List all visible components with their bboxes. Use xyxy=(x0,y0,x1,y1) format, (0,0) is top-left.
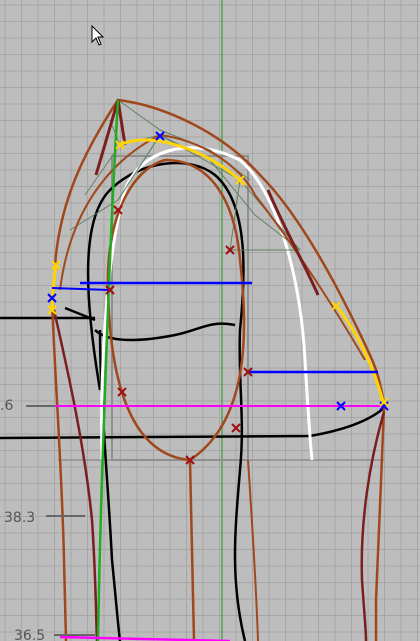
outline-right-tail-dark[interactable] xyxy=(360,411,386,641)
dimension-label: 38.3 xyxy=(4,510,36,526)
outline-right-tail[interactable] xyxy=(374,407,386,641)
dimension-label: .6 xyxy=(0,398,14,414)
highlight-curve[interactable] xyxy=(100,146,314,461)
scene-canvas[interactable] xyxy=(0,0,420,641)
control-points[interactable] xyxy=(47,131,389,465)
selected-curve-right[interactable] xyxy=(334,304,386,406)
arrow-pointer-icon xyxy=(91,24,105,46)
dimension-label: 36.5 xyxy=(14,628,46,641)
outline-center-stem[interactable] xyxy=(188,459,196,641)
profile-ellipse[interactable] xyxy=(106,158,246,462)
shell-inner-curve[interactable] xyxy=(94,322,236,342)
magenta-horizontal-bottom[interactable] xyxy=(59,635,231,641)
3d-viewport[interactable]: .6 38.3 36.5 xyxy=(0,0,420,641)
